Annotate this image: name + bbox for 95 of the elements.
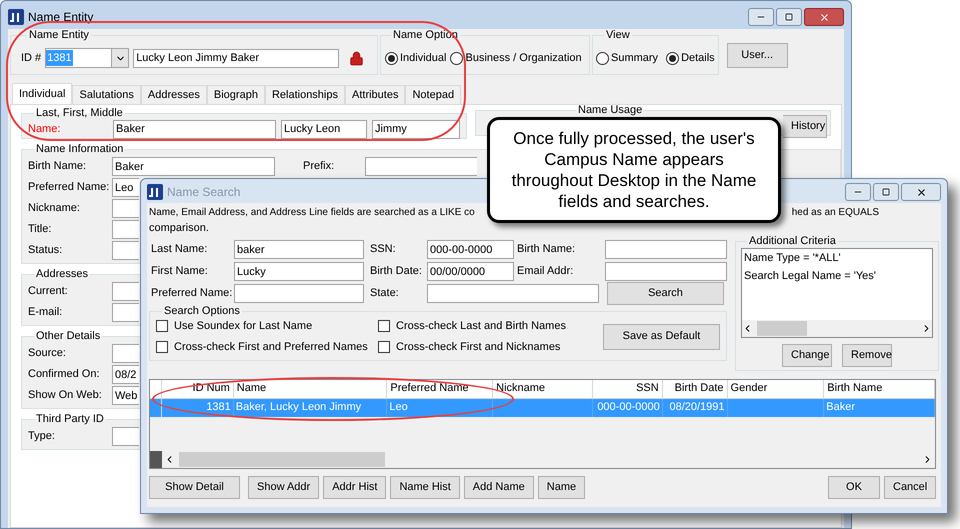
- action-button[interactable]: Show Detail: [149, 476, 240, 498]
- dialog-button[interactable]: Cancel: [884, 476, 936, 498]
- radio-label: Details: [681, 50, 715, 66]
- group-label: Name Usage: [577, 104, 644, 117]
- dropdown-value: 1381: [46, 50, 73, 66]
- description-text: comparison.: [149, 221, 209, 236]
- description-text: hed as an EQUALS: [792, 206, 879, 220]
- label: Nickname:: [28, 201, 81, 216]
- label: Preferred Name:: [151, 286, 234, 302]
- tab[interactable]: Biograph: [206, 85, 265, 105]
- action-button[interactable]: Addr Hist: [323, 476, 386, 498]
- label: Type:: [28, 429, 56, 444]
- group-label: Additional Criteria: [748, 234, 837, 248]
- group-label: Addresses: [35, 268, 89, 281]
- radio-label: Summary: [611, 50, 658, 66]
- label: Birth Date:: [370, 264, 423, 280]
- table-cell: Leo: [389, 401, 408, 414]
- label: ID #: [21, 50, 42, 66]
- action-button[interactable]: Name: [538, 476, 586, 498]
- text-field[interactable]: Jimmy: [372, 120, 460, 138]
- description-text: Name, Email Address, and Address Line fields are searched as a LIKE co: [149, 206, 475, 220]
- table-cell: 08/20/1991: [669, 401, 725, 414]
- label: Birth Name:: [28, 159, 88, 174]
- callout-text: Once fully processed, the user's Campus Name appears throughout Desktop in the Name fields and searches.: [512, 128, 756, 212]
- group-label: Search Options: [163, 304, 241, 318]
- tab[interactable]: Relationships: [264, 85, 345, 105]
- label: State:: [370, 286, 400, 302]
- label: Email Addr:: [517, 264, 574, 280]
- text-field[interactable]: Lucky: [234, 262, 364, 281]
- window-title: Name Search: [167, 184, 240, 201]
- text-field[interactable]: baker: [234, 240, 364, 259]
- label: Preferred Name:: [28, 180, 110, 196]
- column-header[interactable]: Nickname: [496, 382, 546, 395]
- full-name-field[interactable]: Lucky Leon Jimmy Baker: [133, 48, 340, 68]
- column-header[interactable]: Preferred Name: [390, 382, 469, 395]
- text-field[interactable]: Leo: [112, 178, 139, 197]
- tab[interactable]: Addresses: [140, 85, 207, 105]
- label: Confirmed On:: [28, 367, 101, 382]
- text-field[interactable]: Baker: [113, 120, 276, 138]
- checkbox-label: Cross-check First and Preferred Names: [174, 340, 368, 355]
- table-cell: Baker, Lucky Leon Jimmy: [236, 401, 362, 414]
- column-header[interactable]: Name: [236, 382, 266, 395]
- radio-label: Individual: [400, 50, 446, 66]
- label: Source:: [28, 346, 67, 362]
- window-title: Name Entity: [28, 9, 94, 26]
- action-button[interactable]: Name Hist: [390, 476, 460, 498]
- group-label: Name Entity: [28, 29, 90, 42]
- action-button[interactable]: Show Addr: [248, 476, 320, 498]
- label: E-mail:: [28, 305, 64, 320]
- column-header[interactable]: Birth Date: [674, 382, 724, 395]
- group-label: Name Information: [35, 143, 124, 156]
- text-field[interactable]: Lucky Leon: [281, 120, 367, 138]
- text-field[interactable]: 000-00-0000: [427, 240, 514, 259]
- label: Status:: [28, 243, 64, 258]
- criteria-button[interactable]: Remove: [842, 344, 892, 366]
- column-header[interactable]: Birth Name: [827, 382, 882, 395]
- tab[interactable]: Salutations: [72, 85, 141, 105]
- label: Birth Name:: [517, 242, 576, 258]
- label: Last Name:: [151, 242, 208, 258]
- search-button[interactable]: Search: [607, 282, 724, 305]
- label: Name:: [28, 122, 62, 137]
- criteria-item: Search Legal Name = 'Yes': [743, 268, 877, 284]
- save-default-button[interactable]: Save as Default: [603, 324, 720, 350]
- group-label: Other Details: [35, 330, 102, 343]
- checkbox-label: Use Soundex for Last Name: [174, 318, 312, 334]
- group-label: View: [605, 29, 631, 42]
- group-label: Last, First, Middle: [35, 107, 124, 120]
- criteria-item: Name Type = '*ALL': [743, 250, 842, 266]
- table-cell: 1381: [206, 401, 231, 414]
- label: Current:: [28, 284, 69, 300]
- tab[interactable]: Attributes: [345, 85, 406, 105]
- label: Title:: [28, 222, 52, 238]
- checkbox-label: Cross-check Last and Birth Names: [396, 318, 566, 334]
- column-header[interactable]: Gender: [730, 382, 768, 395]
- dialog-button[interactable]: OK: [828, 476, 880, 498]
- checkbox-label: Cross-check First and Nicknames: [396, 340, 560, 355]
- tab[interactable]: Notepad: [405, 85, 462, 105]
- group-label: Third Party ID: [35, 413, 105, 426]
- label: Prefix:: [303, 159, 336, 174]
- label: First Name:: [151, 264, 209, 280]
- criteria-button[interactable]: Change: [782, 344, 832, 366]
- action-button[interactable]: Add Name: [464, 476, 534, 498]
- radio-label: Business / Organization: [465, 50, 582, 66]
- text-field[interactable]: 00/00/0000: [427, 262, 514, 281]
- label: Show On Web:: [28, 388, 103, 404]
- text-field[interactable]: Web: [112, 386, 139, 405]
- user-button[interactable]: User...: [726, 43, 788, 68]
- label: SSN:: [370, 242, 397, 258]
- tab[interactable]: Individual: [12, 83, 72, 105]
- table-cell: 000-00-0000: [597, 401, 660, 414]
- text-field[interactable]: 08/2: [112, 365, 139, 384]
- column-header[interactable]: SSN: [636, 382, 659, 395]
- text-field[interactable]: Baker: [112, 157, 275, 176]
- table-cell: Baker: [826, 401, 856, 414]
- history-button[interactable]: History: [783, 114, 827, 138]
